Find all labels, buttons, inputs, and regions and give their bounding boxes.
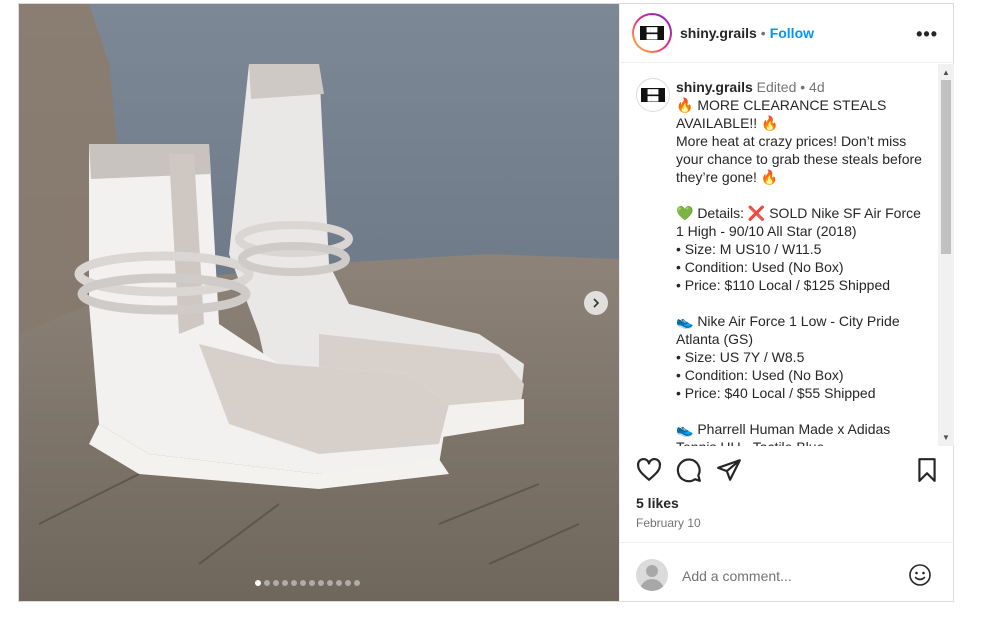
account-logo: ▆▆▆ ▆▆▆ — [640, 26, 664, 40]
send-icon[interactable] — [716, 457, 742, 483]
caption-text: 🔥 MORE CLEARANCE STEALS AVAILABLE!! 🔥 Mo… — [676, 97, 922, 446]
action-bar — [620, 449, 954, 489]
likes-count[interactable]: 5 likes — [636, 495, 679, 511]
carousel-dot — [336, 580, 342, 586]
scroll-down-arrow-icon[interactable]: ▼ — [942, 433, 950, 442]
carousel-dot — [282, 580, 288, 586]
post-container: ▆▆▆ ▆▆▆ shiny.grails • Follow ••• ▆▆▆ ▆▆▆ … — [18, 3, 954, 602]
add-comment-input[interactable] — [680, 563, 904, 589]
carousel-dot — [327, 580, 333, 586]
carousel-dot — [264, 580, 270, 586]
carousel-dot — [309, 580, 315, 586]
bookmark-icon[interactable] — [914, 457, 940, 483]
post-header: ▆▆▆ ▆▆▆ shiny.grails • Follow ••• — [620, 4, 954, 63]
post-date: February 10 — [636, 516, 701, 530]
more-horizontal-icon[interactable]: ••• — [916, 24, 938, 45]
add-comment-bar — [620, 542, 954, 602]
carousel-dot — [345, 580, 351, 586]
carousel-dot — [291, 580, 297, 586]
next-image-button[interactable] — [584, 291, 608, 315]
heart-icon[interactable] — [636, 457, 662, 483]
carousel-dot — [273, 580, 279, 586]
story-ring-avatar[interactable]: ▆▆▆ ▆▆▆ — [632, 13, 672, 53]
comment-icon[interactable] — [676, 457, 702, 483]
post-sidebar: ▆▆▆ ▆▆▆ shiny.grails • Follow ••• ▆▆▆ ▆▆▆ … — [619, 4, 954, 601]
emoji-icon[interactable] — [908, 563, 932, 587]
header-separator: • — [760, 25, 766, 41]
scrollbar-thumb[interactable] — [941, 80, 951, 254]
account-logo: ▆▆▆ ▆▆▆ — [641, 88, 665, 102]
carousel-dot — [354, 580, 360, 586]
comments-scrollbar[interactable]: ▲ ▼ — [938, 64, 954, 446]
caption-meta: Edited • 4d — [756, 79, 825, 95]
comments-section[interactable]: ▆▆▆ ▆▆▆ shiny.grails Edited • 4d 🔥 MORE C… — [620, 64, 954, 446]
header-username[interactable]: shiny.grails — [680, 25, 757, 41]
post-image[interactable] — [19, 4, 619, 601]
chevron-right-icon — [593, 298, 600, 308]
carousel-dots — [255, 580, 360, 586]
caption-avatar[interactable]: ▆▆▆ ▆▆▆ — [636, 78, 670, 112]
carousel-dot — [300, 580, 306, 586]
avatar — [636, 559, 668, 591]
carousel-dot — [255, 580, 261, 586]
sneaker-boots-photo — [19, 4, 619, 601]
caption-body: shiny.grails Edited • 4d 🔥 MORE CLEARANC… — [676, 78, 932, 446]
default-user-icon — [640, 565, 664, 591]
scroll-up-arrow-icon[interactable]: ▲ — [942, 68, 950, 77]
follow-button[interactable]: Follow — [770, 25, 814, 41]
caption-username[interactable]: shiny.grails — [676, 79, 753, 95]
carousel-dot — [318, 580, 324, 586]
